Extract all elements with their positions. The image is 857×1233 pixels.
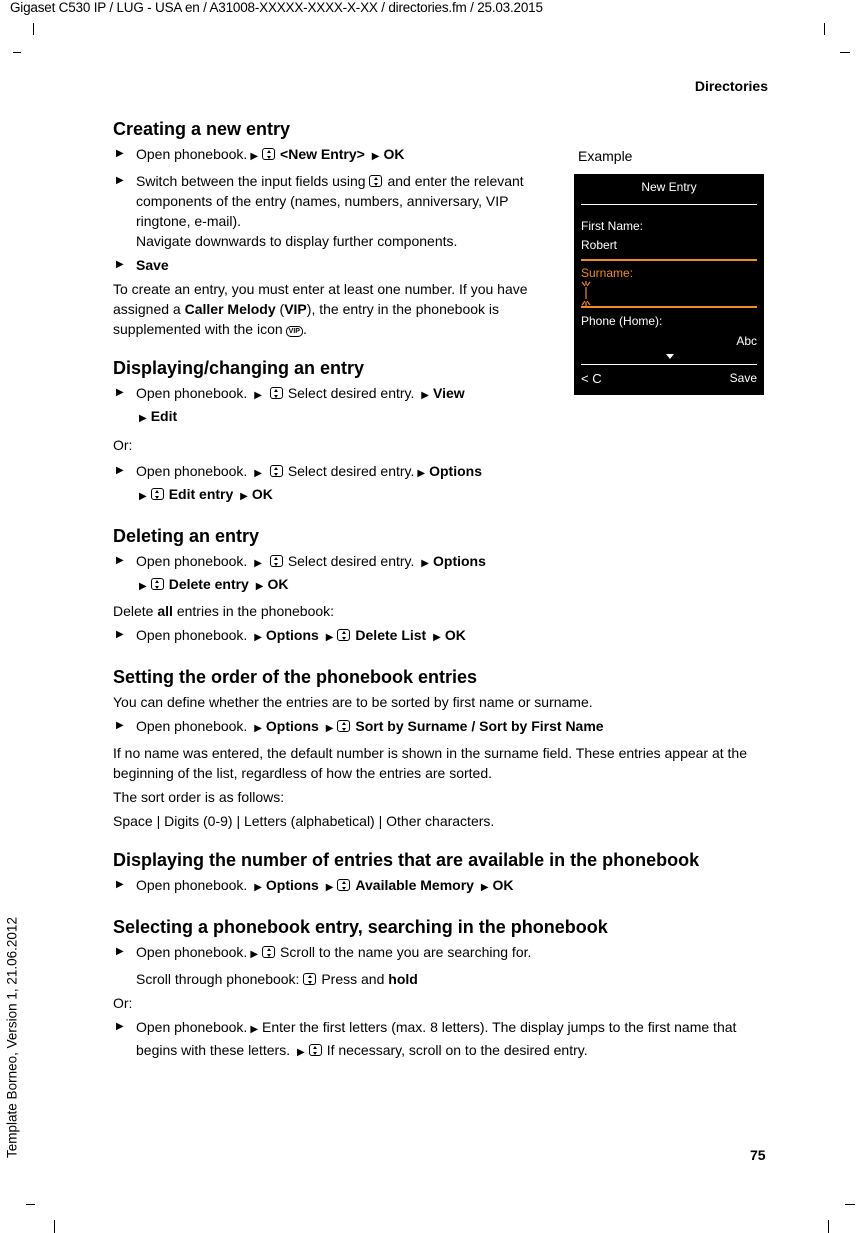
heading-sort-order: Setting the order of the phonebook entri… [113,667,478,687]
arrow-icon: ▶ [250,949,259,960]
arrow-icon: ▶ [371,151,380,162]
step-item: ▶ Open phonebook. ▶ Select desired entry… [116,463,482,502]
arrow-icon: ▶ [325,632,334,643]
page-number: 75 [750,1147,766,1163]
step-item: ▶ Open phonebook. ▶ Scroll to the name you… [116,944,532,960]
nav-key-icon [262,148,276,160]
arrow-icon: ▶ [421,558,429,569]
nav-key-icon [308,1044,322,1056]
arrow-icon: ▶ [254,390,262,401]
nav-key-icon [269,465,283,477]
nav-key-icon [303,973,317,985]
crop-mark [26,1204,35,1205]
nav-key-icon [269,555,283,567]
step-marker-icon: ▶ [116,175,124,186]
arrow-icon: ▶ [255,581,264,592]
sort-order-text: Space | Digits (0-9) | Letters (alphabet… [113,813,495,829]
step-marker-icon: ▶ [116,946,124,957]
crop-mark [828,1220,829,1233]
arrow-icon: ▶ [325,882,334,893]
arrow-icon: ▶ [480,882,489,893]
step-marker-icon: ▶ [116,1021,124,1032]
arrow-icon: ▶ [250,151,259,162]
step-item: ▶ Switch between the input fields using … [116,173,524,249]
heading-deleting-entry: Deleting an entry [113,526,260,546]
step-item: ▶ Open phonebook. ▶ Options ▶ Delete List … [116,627,466,643]
arrow-icon: ▶ [254,558,262,569]
crop-mark [824,23,825,35]
step-item: ▶ Save [116,257,169,273]
arrow-icon: ▶ [139,581,147,592]
arrow-icon: ▶ [421,390,429,401]
step-marker-icon: ▶ [116,720,124,731]
nav-key-icon [337,879,351,891]
arrow-icon: ▶ [254,632,262,643]
or-label: Or: [113,437,133,453]
section-title: Directories [694,78,768,94]
nav-key-icon [262,946,276,958]
nav-key-icon [150,578,164,590]
nav-key-icon [337,629,351,641]
step-item: ▶ Open phonebook. ▶ Select desired entry… [116,553,486,592]
arrow-icon: ▶ [254,882,262,893]
step-marker-icon: ▶ [116,465,124,476]
nav-key-icon [269,387,283,399]
paragraph: To create an entry, you must enter at le… [113,281,528,337]
step-item: ▶ Open phonebook. ▶ Enter the first letter… [116,1019,737,1058]
step-subitem: Scroll through phonebook: Press and hold [136,971,418,987]
step-marker-icon: ▶ [116,879,124,890]
paragraph: The sort order is as follows: [113,789,285,805]
paragraph: Delete all entries in the phonebook: [113,603,335,619]
arrow-icon: ▶ [254,723,262,734]
crop-mark [845,1204,855,1205]
step-marker-icon: ▶ [116,629,124,640]
arrow-icon: ▶ [250,1024,259,1035]
arrow-icon: ▶ [139,413,147,424]
step-item: ▶ Open phonebook. ▶ Options ▶ Sort by Surn… [116,718,604,734]
arrow-icon: ▶ [240,491,248,502]
heading-available-memory: Displaying the number of entries that ar… [113,850,700,870]
nav-key-icon [150,488,164,500]
arrow-icon: ▶ [433,632,441,643]
step-marker-icon: ▶ [116,259,124,270]
page-content: Creating a new entry ▶ Open phonebook. ▶ <… [113,118,769,1063]
nav-key-icon [369,175,383,187]
heading-creating-entry: Creating a new entry [113,119,291,139]
vip-icon: VIP [285,326,303,337]
arrow-icon: ▶ [296,1047,305,1058]
template-version-label: Template Borneo, Version 1, 21.06.2012 [4,917,20,1158]
nav-key-icon [337,720,351,732]
step-item: ▶ Open phonebook. ▶ <New Entry> ▶ OK [116,146,405,162]
heading-selecting-entry: Selecting a phonebook entry, searching i… [113,917,608,937]
heading-displaying-entry: Displaying/changing an entry [113,358,365,378]
step-marker-icon: ▶ [116,387,124,398]
document-header-line: Gigaset C530 IP / LUG - USA en / A31008-… [10,0,543,15]
crop-mark [840,52,850,53]
or-label: Or: [113,995,133,1011]
paragraph: If no name was entered, the default numb… [113,745,748,781]
step-marker-icon: ▶ [116,555,124,566]
arrow-icon: ▶ [417,468,426,479]
crop-mark [33,23,34,35]
paragraph: You can define whether the entries are t… [113,694,593,710]
step-marker-icon: ▶ [116,148,124,159]
arrow-icon: ▶ [139,491,147,502]
step-item: ▶ Open phonebook. ▶ Options ▶ Available Me… [116,877,514,893]
crop-mark [54,1220,55,1233]
step-item: ▶ Open phonebook. ▶ Select desired entry… [116,385,465,424]
arrow-icon: ▶ [254,468,262,479]
arrow-icon: ▶ [325,723,334,734]
crop-mark [13,52,21,53]
